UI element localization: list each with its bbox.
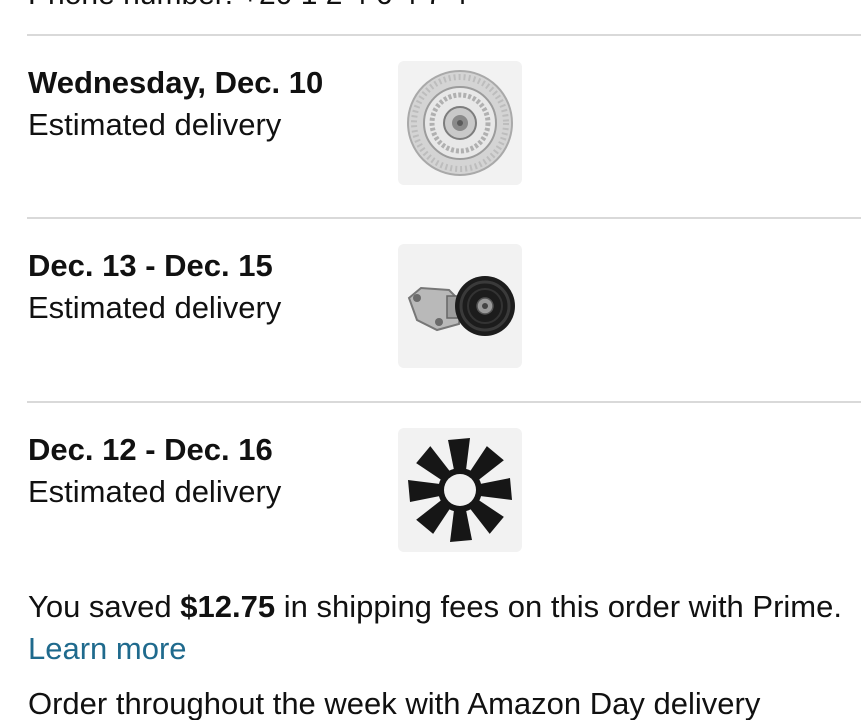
delivery-date: Wednesday, Dec. 10	[28, 65, 324, 100]
divider	[27, 34, 861, 36]
learn-more-link[interactable]: Learn more	[28, 631, 187, 666]
shipment-3: Dec. 12 - Dec. 16 Estimated delivery	[0, 428, 866, 552]
water-pump-image[interactable]	[398, 244, 522, 368]
shipment-2: Dec. 13 - Dec. 15 Estimated delivery	[0, 244, 866, 368]
delivery-date: Dec. 12 - Dec. 16	[28, 432, 273, 467]
shipping-savings-note: You saved $12.75 in shipping fees on thi…	[28, 586, 848, 670]
shipment-1: Wednesday, Dec. 10 Estimated delivery	[0, 61, 866, 185]
fan-blade-icon	[408, 438, 512, 542]
fan-clutch-icon	[407, 70, 513, 176]
amazon-day-text: Order throughout the week with Amazon Da…	[28, 686, 761, 720]
delivery-status: Estimated delivery	[28, 290, 282, 325]
fan-blade-image[interactable]	[398, 428, 522, 552]
savings-suffix: in shipping fees on this order with Prim…	[275, 589, 842, 624]
order-confirmation-page: Phone number: +20 1 2 4 6 4 7 4 Wednesda…	[0, 0, 866, 720]
phone-number-line: Phone number: +20 1 2 4 6 4 7 4	[28, 0, 468, 12]
divider	[27, 217, 861, 219]
delivery-status: Estimated delivery	[28, 107, 282, 142]
water-pump-icon	[407, 276, 515, 336]
divider	[27, 401, 861, 403]
fan-clutch-image[interactable]	[398, 61, 522, 185]
savings-amount: $12.75	[180, 589, 276, 624]
savings-prefix: You saved	[28, 589, 181, 624]
delivery-date: Dec. 13 - Dec. 15	[28, 248, 273, 283]
delivery-status: Estimated delivery	[28, 474, 282, 509]
